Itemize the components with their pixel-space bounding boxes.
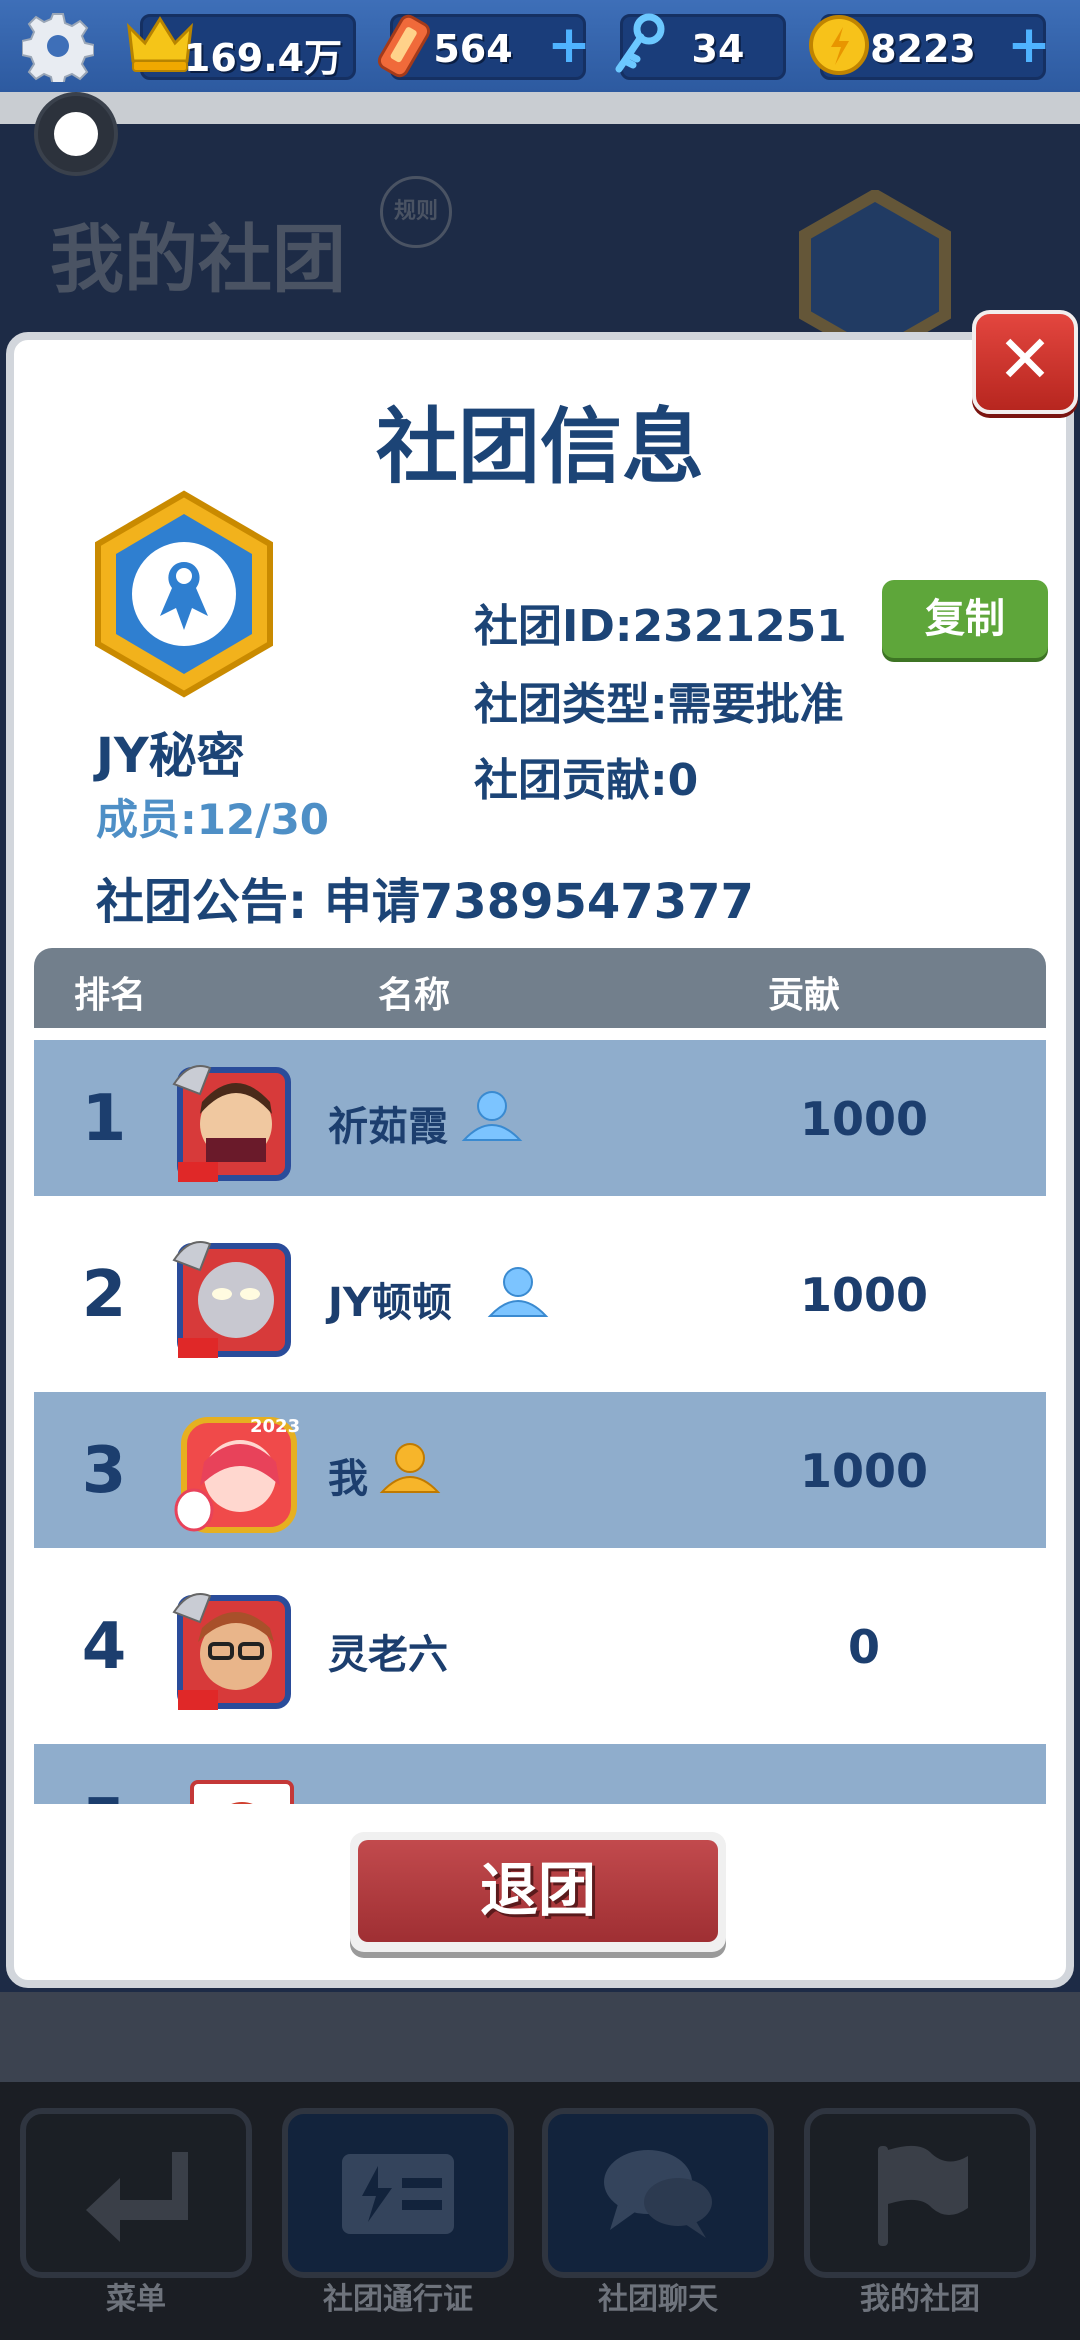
- nav-my-club-button[interactable]: 我的社团: [804, 2108, 1036, 2317]
- club-name: JY秘密: [96, 728, 245, 784]
- quit-club-button[interactable]: 退团: [350, 1832, 726, 1952]
- member-contribution: 1000: [799, 1268, 929, 1322]
- header-rank: 排名: [74, 975, 147, 1016]
- club-notice: 社团公告: 申请7389547377: [96, 874, 754, 930]
- club-contribution: 社团贡献:0: [474, 755, 699, 806]
- tickets-counter: 564 +: [377, 14, 591, 80]
- tickets-value: 564: [433, 27, 513, 71]
- add-coins-button[interactable]: +: [1005, 19, 1053, 71]
- blue-person-icon: [461, 1091, 523, 1141]
- member-contribution: 1000: [799, 1092, 929, 1146]
- copy-id-button[interactable]: 复制: [882, 580, 1048, 658]
- coins-value: 8223: [870, 27, 976, 71]
- avatar[interactable]: 2023: [170, 1406, 304, 1540]
- avatar[interactable]: [170, 1582, 304, 1716]
- crown-value: 169.4万: [183, 36, 343, 80]
- crown-counter: 169.4万: [127, 14, 356, 80]
- table-row[interactable]: 3 2023 我 1000: [34, 1392, 1046, 1548]
- add-tickets-button[interactable]: +: [545, 19, 593, 71]
- nav-chat-label: 社团聊天: [598, 2282, 718, 2317]
- flag-icon: [878, 2145, 968, 2246]
- nav-pass-label: 社团通行证: [323, 2282, 473, 2317]
- dialog-title: 社团信息: [375, 400, 704, 495]
- member-contribution: 1000: [799, 1444, 929, 1498]
- member-name: 我: [328, 1456, 368, 1502]
- member-name: 灵老六: [328, 1632, 448, 1678]
- nav-my-club-label: 我的社团: [860, 2282, 980, 2317]
- member-name: 祈茹霞: [328, 1104, 448, 1150]
- table-row[interactable]: 4 灵老六 0: [34, 1568, 1046, 1724]
- member-table[interactable]: 1 祈茹霞 1000 2 JY顿顿 1000 3 2023 我 1000 4 灵…: [34, 1040, 1046, 1804]
- avatar[interactable]: [170, 1230, 304, 1364]
- table-row[interactable]: 5 0: [34, 1744, 1046, 1804]
- member-name: JY顿顿: [328, 1280, 452, 1326]
- return-arrow-icon: [86, 2152, 188, 2242]
- member-rank: 2: [81, 1258, 127, 1332]
- table-row[interactable]: 1 祈茹霞 1000: [34, 1040, 1046, 1196]
- toggle-switch[interactable]: [34, 92, 118, 176]
- member-contribution: 0: [764, 1796, 964, 1804]
- gold-person-icon: [379, 1443, 441, 1493]
- member-table-header: 排名 名称 贡献: [34, 948, 1046, 1028]
- club-members-count: 成员:12/30: [96, 795, 330, 844]
- member-rank: 4: [81, 1610, 127, 1684]
- svg-text:2023: 2023: [250, 1416, 300, 1437]
- nav-menu-button[interactable]: 菜单: [20, 2108, 252, 2317]
- member-rank: 1: [81, 1082, 127, 1156]
- background-title: 我的社团: [50, 217, 346, 303]
- keys-value: 34: [691, 27, 745, 71]
- settings-gear-icon[interactable]: [22, 10, 94, 82]
- club-type: 社团类型:需要批准: [474, 679, 844, 730]
- coins-counter: 8223 +: [809, 14, 1051, 80]
- chat-bubbles-icon: [604, 2150, 712, 2238]
- member-contribution: 0: [847, 1620, 880, 1674]
- background-footer-strip: [0, 1992, 1080, 2082]
- member-rank: 3: [81, 1434, 127, 1508]
- bottom-nav: 菜单 社团通行证 社团聊天 我的社团: [0, 2082, 1080, 2340]
- club-id: 社团ID:2321251: [474, 601, 847, 652]
- club-emblem-icon: [95, 490, 273, 698]
- nav-menu-label: 菜单: [106, 2282, 166, 2317]
- header-contribution: 贡献: [768, 975, 841, 1016]
- keys-counter: 34: [615, 13, 786, 80]
- topbar-divider: [0, 92, 1080, 124]
- blue-person-icon: [487, 1267, 549, 1317]
- avatar[interactable]: [170, 1758, 304, 1804]
- rules-button[interactable]: 规则: [380, 176, 452, 248]
- quit-club-label: 退团: [358, 1840, 718, 1942]
- pass-ticket-icon: [342, 2154, 454, 2234]
- nav-chat-button[interactable]: 社团聊天: [542, 2108, 774, 2317]
- resource-bar: 169.4万 564 + 34 8223 +: [0, 0, 1080, 96]
- nav-pass-button[interactable]: 社团通行证: [282, 2108, 514, 2317]
- header-name: 名称: [378, 975, 451, 1016]
- member-rank: 5: [64, 1786, 144, 1804]
- table-row[interactable]: 2 JY顿顿 1000: [34, 1216, 1046, 1372]
- avatar[interactable]: [170, 1054, 304, 1188]
